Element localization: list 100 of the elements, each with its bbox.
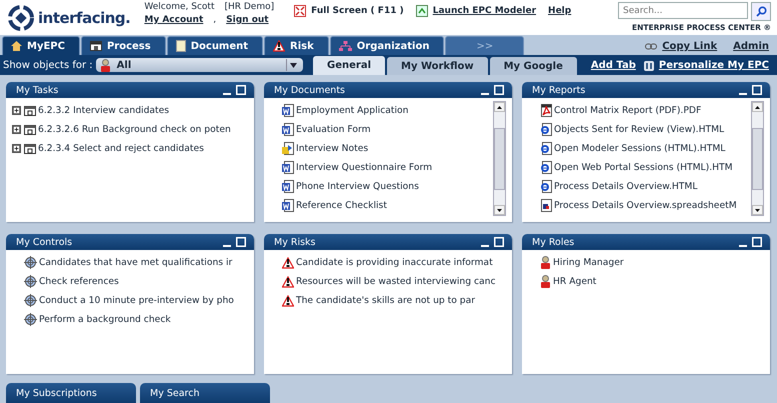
list-item[interactable]: Hiring Manager [528, 253, 766, 272]
logo-text: interfacing. [38, 9, 130, 27]
scroll-down-icon[interactable] [755, 208, 760, 212]
list-item[interactable]: Check references [12, 272, 250, 291]
person-icon [540, 275, 551, 288]
welcome-text: Welcome, Scott [144, 2, 214, 12]
launch-link[interactable]: Launch EPC Modeler [432, 6, 536, 16]
sub-tab[interactable]: My Workflow [387, 57, 488, 75]
filter-dropdown[interactable]: All [96, 58, 303, 72]
list-item[interactable]: Control Matrix Report (PDF).PDF [528, 101, 751, 120]
collapsed-panel[interactable]: My Subscriptions [6, 383, 136, 403]
window-icon [90, 41, 102, 51]
list-item[interactable]: Open Web Portal Sessions (HTML).HTM [528, 158, 751, 177]
list-item[interactable]: Open Modeler Sessions (HTML).HTML [528, 139, 751, 158]
main-tab[interactable]: MyEPC [2, 36, 80, 55]
sign-out-link[interactable]: Sign out [226, 15, 269, 25]
list-item[interactable]: Objects Sent for Review (View).HTML [528, 120, 751, 139]
list-item[interactable]: Conduct a 10 minute pre-interview by pho [12, 291, 250, 310]
sub-tab[interactable]: My Google [490, 57, 577, 75]
list-item[interactable]: Candidates that have met qualifications ir [12, 253, 250, 272]
caret-icon [290, 62, 296, 68]
full-screen-text[interactable]: Full Screen ( F11 ) [311, 6, 404, 16]
maximize-icon[interactable] [752, 237, 762, 247]
maximize-icon[interactable] [494, 85, 504, 95]
target-icon [24, 294, 37, 307]
scrollbar[interactable] [751, 101, 764, 216]
list-item[interactable]: HR Agent [528, 272, 766, 291]
org-chart-icon [338, 40, 352, 52]
context-text: [HR Demo] [224, 2, 274, 12]
personalize-icon[interactable] [644, 60, 654, 70]
plus-icon[interactable] [12, 125, 21, 134]
scrollbar[interactable] [493, 101, 506, 216]
warning-icon [282, 294, 294, 306]
notes-document-icon [282, 142, 294, 155]
panel-header: My Roles [522, 234, 770, 250]
target-icon [24, 256, 37, 269]
list-item[interactable]: Reference Checklist [270, 196, 493, 215]
list-item[interactable]: The candidate's skills are not up to par [270, 291, 508, 310]
word-document-icon [282, 161, 294, 174]
person-icon [540, 256, 551, 269]
list-item[interactable]: Candidate is providing inaccurate informat [270, 253, 508, 272]
maximize-icon[interactable] [236, 237, 246, 247]
top-link[interactable]: Copy Link [662, 41, 718, 52]
sub-tab[interactable]: General [313, 56, 385, 75]
fullscreen-icon[interactable] [294, 5, 306, 17]
search-button[interactable] [751, 2, 771, 21]
word-document-icon [282, 104, 294, 117]
word-document-icon [282, 123, 294, 136]
personalize-link[interactable]: Personalize My EPC [658, 60, 769, 71]
chain-link-icon [645, 43, 658, 50]
spreadsheet-icon [540, 199, 552, 212]
panel-header: My Controls [6, 234, 254, 250]
person-icon [100, 58, 111, 72]
filter-label: Show objects for : [3, 60, 93, 70]
home-icon [11, 41, 22, 51]
list-item[interactable]: Employment Application [270, 101, 493, 120]
maximize-icon[interactable] [236, 85, 246, 95]
account-link[interactable]: My Account [144, 15, 204, 25]
main-tab[interactable]: Document [166, 36, 264, 55]
list-item[interactable]: Interview Notes [270, 139, 493, 158]
document-icon [176, 40, 186, 52]
list-item[interactable]: 6.2.3.2 Interview candidates [12, 101, 250, 120]
separator-text: , [213, 15, 216, 25]
list-item[interactable]: Phone Interview Questions [270, 177, 493, 196]
web-page-icon [540, 161, 552, 174]
collapsed-panel[interactable]: My Search [140, 383, 270, 403]
word-document-icon [282, 199, 294, 212]
top-link[interactable]: Admin [733, 41, 769, 52]
modeler-icon[interactable] [416, 5, 428, 17]
list-item[interactable]: 6.2.3.2.6 Run Background check on poten [12, 120, 250, 139]
scroll-down-icon[interactable] [497, 208, 502, 212]
window-icon [24, 124, 36, 134]
logo-icon [8, 5, 34, 31]
main-tab[interactable]: Process [80, 36, 166, 55]
maximize-icon[interactable] [752, 85, 762, 95]
maximize-icon[interactable] [494, 237, 504, 247]
main-tab[interactable]: Organization [330, 36, 444, 55]
list-item[interactable]: Process Details Overview.spreadsheetM [528, 196, 751, 215]
list-item[interactable]: Process Details Overview.HTML [528, 177, 751, 196]
list-item[interactable]: Resources will be wasted interviewing canc [270, 272, 508, 291]
help-link[interactable]: Help [548, 6, 572, 16]
warning-icon [273, 40, 286, 52]
window-icon [24, 106, 36, 116]
panel-header: My Documents [264, 82, 512, 98]
main-tab[interactable]: Risk [264, 36, 329, 55]
scroll-up-icon[interactable] [755, 106, 760, 108]
word-document-icon [282, 180, 294, 193]
panel-header: My Reports [522, 82, 770, 98]
plus-icon[interactable] [12, 106, 21, 115]
plus-icon[interactable] [12, 144, 21, 153]
list-item[interactable]: 6.2.3.4 Select and reject candidates [12, 139, 250, 158]
target-icon [24, 275, 37, 288]
search-field[interactable]: Search... [618, 2, 748, 19]
panel-header: My Tasks [6, 82, 254, 98]
add-tab-link[interactable]: Add Tab [590, 60, 636, 71]
scroll-up-icon[interactable] [497, 106, 502, 108]
web-page-icon [540, 123, 552, 136]
list-item[interactable]: Interview Questionnaire Form [270, 158, 493, 177]
list-item[interactable]: Evaluation Form [270, 120, 493, 139]
list-item[interactable]: Perform a background check [12, 310, 250, 329]
